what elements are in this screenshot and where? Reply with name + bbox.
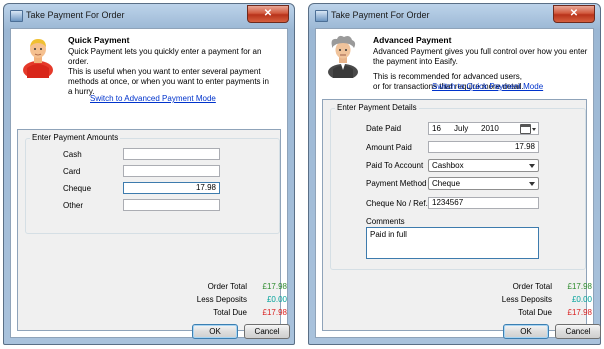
payment-method-label: Payment Method	[366, 179, 427, 188]
less-deposits-value: £0.00	[571, 295, 592, 304]
payment-pane: Enter Payment Details Date Paid 16 July …	[322, 99, 601, 339]
close-button[interactable]: ✕	[247, 5, 289, 23]
other-label: Other	[63, 201, 84, 210]
header-note: This is useful when you want to enter se…	[68, 67, 270, 96]
comments-textarea[interactable]: Paid in full	[366, 227, 539, 259]
group-label: Enter Payment Details	[335, 103, 419, 112]
calendar-icon[interactable]	[520, 124, 531, 134]
card-label: Card	[63, 167, 81, 176]
header-title: Quick Payment	[68, 35, 130, 45]
cheque-label: Cheque	[63, 184, 92, 193]
advanced-payment-avatar-icon	[328, 35, 358, 78]
amount-paid-field[interactable]: 17.98	[428, 141, 539, 153]
date-year: 2010	[481, 124, 499, 133]
dialog-body: Quick Payment Quick Payment lets you qui…	[10, 28, 290, 339]
quick-payment-window: Take Payment For Order ✕ Quick Payment Q…	[3, 3, 295, 345]
header-description: Quick Payment lets you quickly enter a p…	[68, 47, 262, 66]
paid-to-account-select[interactable]: Cashbox	[428, 159, 539, 172]
less-deposits-label: Less Deposits	[196, 295, 247, 304]
cancel-button[interactable]: Cancel	[244, 324, 290, 339]
cash-field[interactable]	[123, 148, 220, 160]
total-due-label: Total Due	[518, 308, 552, 317]
cancel-button[interactable]: Cancel	[555, 324, 601, 339]
chevron-down-icon[interactable]	[532, 128, 536, 131]
payment-method-value: Cheque	[432, 179, 461, 188]
cheque-ref-label: Cheque No / Ref.	[366, 199, 428, 208]
less-deposits-value: £0.00	[266, 295, 287, 304]
window-title: Take Payment For Order	[331, 10, 430, 20]
total-due-value: £17.98	[567, 308, 592, 317]
title-bar[interactable]: Take Payment For Order ✕	[309, 4, 600, 28]
date-paid-label: Date Paid	[366, 124, 402, 133]
order-total-value: £17.98	[567, 282, 592, 291]
total-due-value: £17.98	[262, 308, 287, 317]
header-description: Advanced Payment gives you full control …	[373, 47, 588, 66]
ok-button[interactable]: OK	[503, 324, 549, 339]
switch-to-advanced-link[interactable]: Switch to Advanced Payment Mode	[90, 94, 216, 103]
paid-to-account-value: Cashbox	[432, 161, 464, 170]
paid-to-account-label: Paid To Account	[366, 161, 424, 170]
date-paid-picker[interactable]: 16 July 2010	[428, 122, 539, 135]
ok-button[interactable]: OK	[192, 324, 238, 339]
group-label: Enter Payment Amounts	[30, 133, 121, 142]
switch-to-quick-link[interactable]: Switch to Quick Payment Mode	[432, 82, 543, 91]
chevron-down-icon	[529, 182, 535, 186]
order-total-label: Order Total	[207, 282, 247, 291]
quick-payment-avatar-icon	[23, 39, 53, 78]
cheque-ref-field[interactable]: 1234567	[428, 197, 539, 209]
chevron-down-icon	[529, 164, 535, 168]
dialog-body: Advanced Payment Advanced Payment gives …	[315, 28, 601, 339]
window-title: Take Payment For Order	[26, 10, 125, 20]
other-field[interactable]	[123, 199, 220, 211]
close-button[interactable]: ✕	[553, 5, 595, 23]
amount-paid-label: Amount Paid	[366, 143, 412, 152]
order-total-label: Order Total	[512, 282, 552, 291]
total-due-label: Total Due	[213, 308, 247, 317]
cash-label: Cash	[63, 150, 82, 159]
header-title: Advanced Payment	[373, 35, 452, 45]
title-bar[interactable]: Take Payment For Order ✕	[4, 4, 294, 28]
window-icon	[10, 10, 23, 22]
order-total-value: £17.98	[262, 282, 287, 291]
less-deposits-label: Less Deposits	[501, 295, 552, 304]
date-day: 16	[432, 124, 441, 133]
window-icon	[315, 10, 328, 22]
card-field[interactable]	[123, 165, 220, 177]
payment-method-select[interactable]: Cheque	[428, 177, 539, 190]
payment-pane: Enter Payment Amounts Cash Card Cheque 1…	[17, 129, 290, 339]
date-month: July	[454, 124, 469, 133]
cheque-field[interactable]: 17.98	[123, 182, 220, 194]
advanced-payment-window: Take Payment For Order ✕ Advanced Paymen…	[308, 3, 601, 345]
comments-label: Comments	[366, 217, 405, 226]
